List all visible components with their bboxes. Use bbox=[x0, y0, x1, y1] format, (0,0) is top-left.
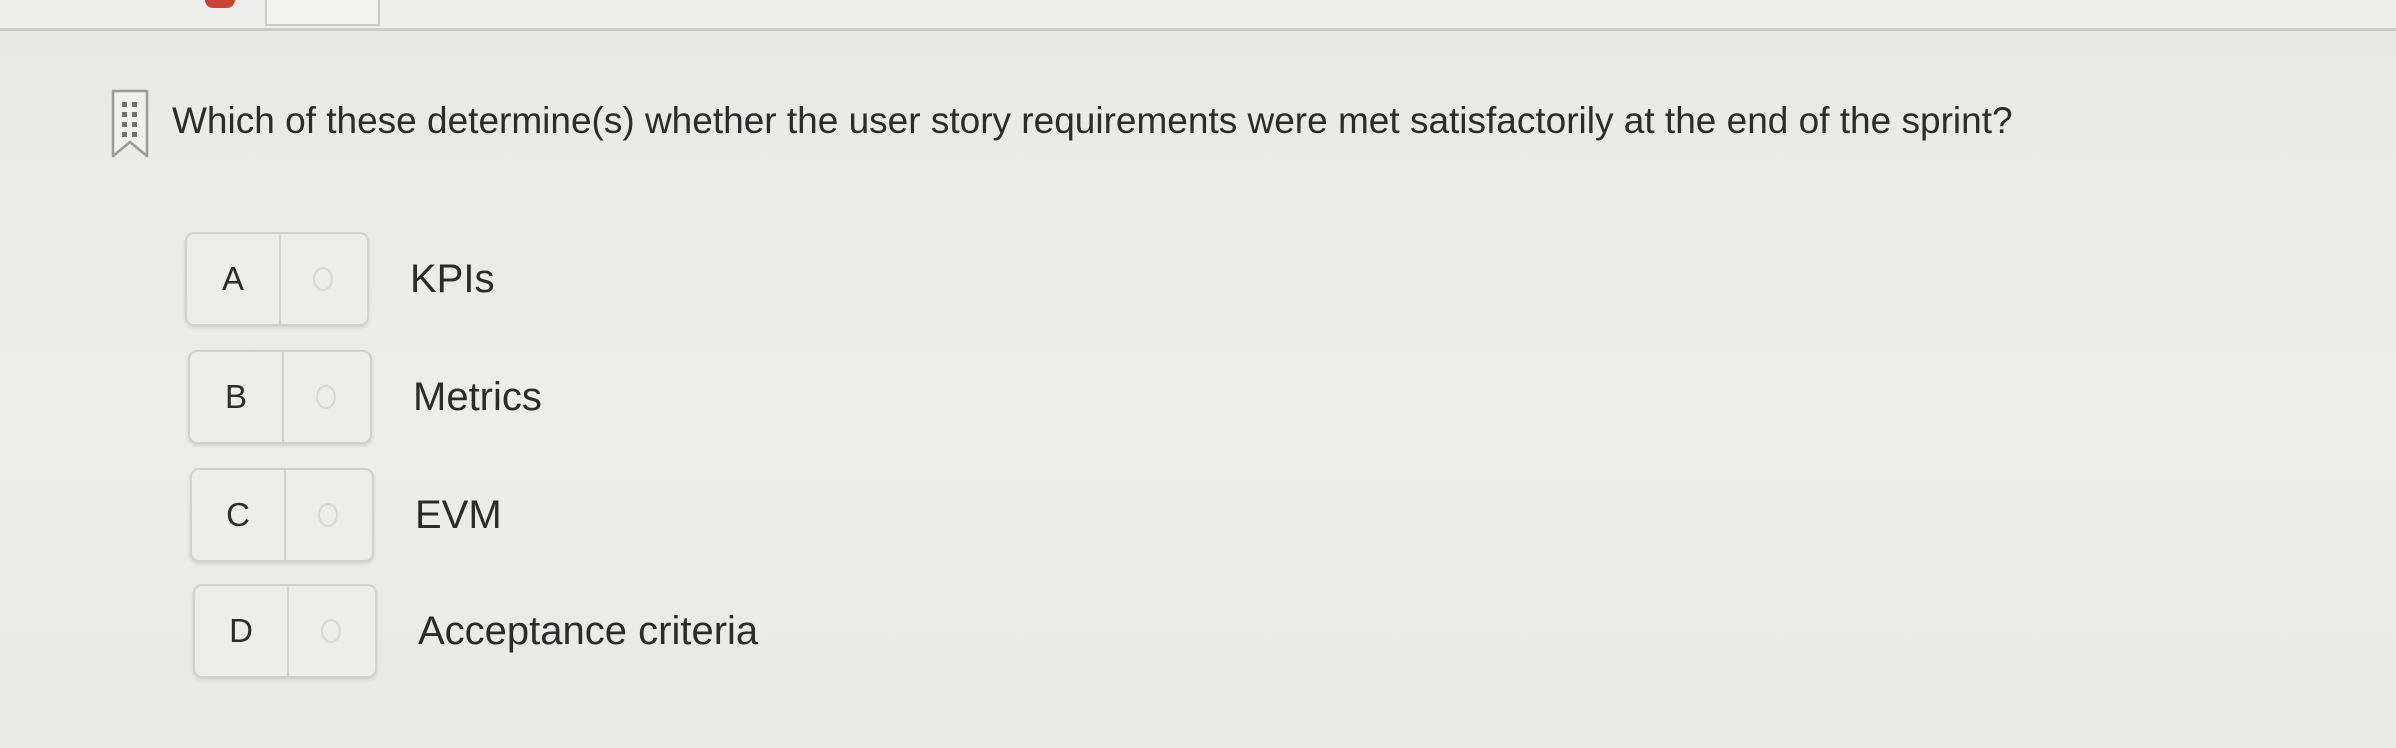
choice-divider bbox=[279, 234, 281, 324]
choice-label[interactable]: KPIs bbox=[410, 232, 494, 326]
choice-letter: D bbox=[229, 612, 253, 649]
header-separator bbox=[0, 28, 2396, 31]
choice-letter: C bbox=[226, 496, 250, 533]
choice-c[interactable]: C EVM bbox=[190, 468, 1090, 564]
choice-selector[interactable]: D bbox=[193, 584, 377, 678]
radio-unselected-icon[interactable] bbox=[318, 503, 338, 527]
top-accent bbox=[205, 0, 235, 8]
choice-letter: B bbox=[224, 378, 247, 415]
choice-a[interactable]: A KPIs bbox=[185, 232, 1085, 328]
choice-label[interactable]: Metrics bbox=[413, 350, 542, 444]
choice-divider bbox=[284, 470, 286, 560]
question-text: Which of these determine(s) whether the … bbox=[172, 100, 2013, 141]
choice-selector[interactable]: B bbox=[188, 350, 372, 444]
radio-unselected-icon[interactable] bbox=[316, 385, 336, 409]
choice-label[interactable]: Acceptance criteria bbox=[418, 584, 758, 678]
choice-b[interactable]: B Metrics bbox=[188, 350, 1088, 446]
choice-selector[interactable]: A bbox=[185, 232, 369, 326]
choice-selector[interactable]: C bbox=[190, 468, 374, 562]
choice-divider bbox=[287, 586, 289, 676]
choice-d[interactable]: D Acceptance criteria bbox=[193, 584, 1093, 680]
radio-unselected-icon[interactable] bbox=[321, 619, 341, 643]
bookmark-flag-icon[interactable] bbox=[110, 88, 150, 160]
choice-label[interactable]: EVM bbox=[415, 468, 502, 562]
top-tab[interactable] bbox=[265, 0, 380, 26]
radio-unselected-icon[interactable] bbox=[313, 267, 333, 291]
choice-divider bbox=[282, 352, 284, 442]
choice-letter: A bbox=[221, 260, 244, 297]
